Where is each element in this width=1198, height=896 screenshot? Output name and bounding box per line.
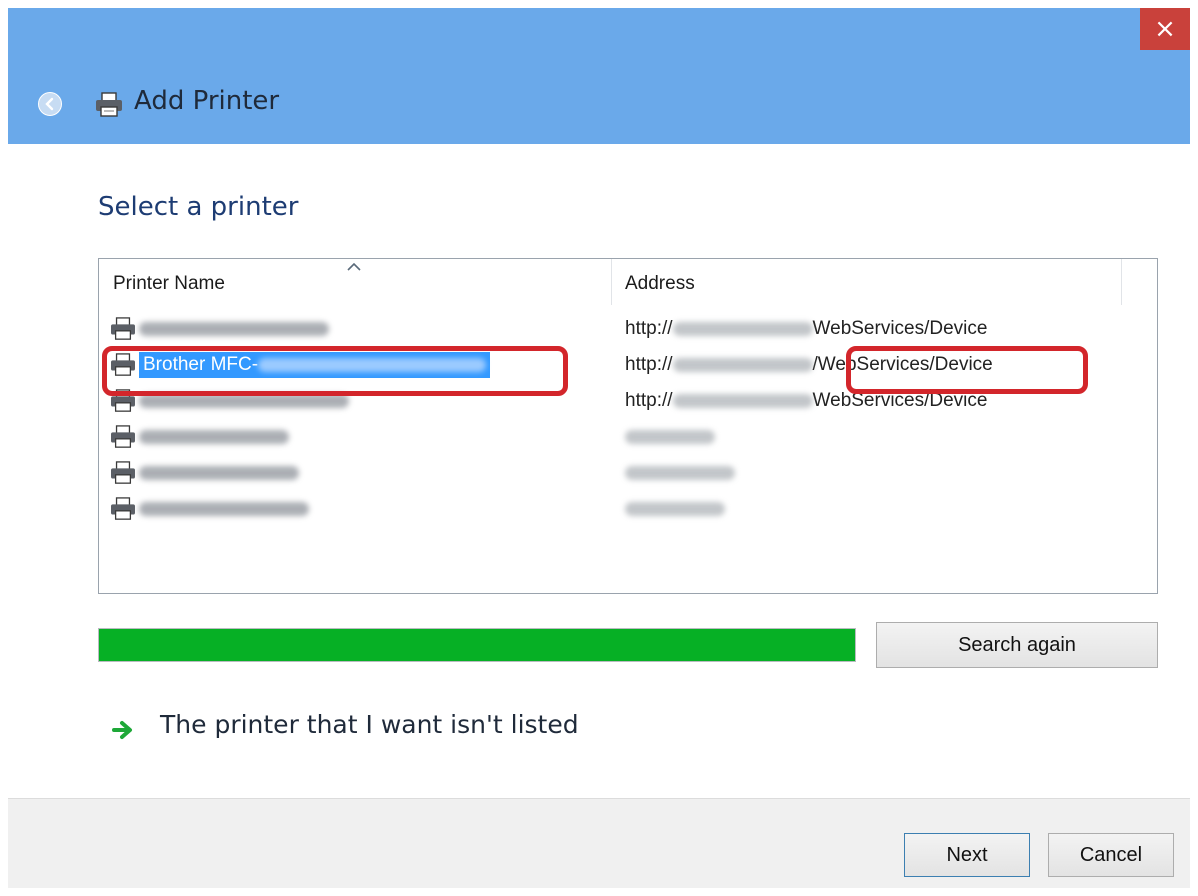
column-header-address[interactable]: Address	[625, 259, 695, 309]
printer-icon	[96, 92, 122, 117]
address-prefix: http://	[625, 354, 673, 375]
printer-icon	[109, 317, 137, 345]
printer-name	[139, 316, 329, 342]
address-prefix: http://	[625, 318, 673, 339]
cancel-button[interactable]: Cancel	[1048, 833, 1174, 877]
column-divider[interactable]	[1121, 259, 1122, 305]
printer-icon	[109, 389, 137, 417]
wizard-content: Select a printer Printer Name Address ht…	[8, 144, 1190, 798]
printer-name-text: Brother MFC-	[143, 354, 259, 375]
printer-icon	[109, 425, 137, 453]
add-printer-window: × Add Printer Select a printer Printer N…	[8, 8, 1190, 888]
back-button[interactable]	[38, 92, 62, 116]
redacted-text	[139, 501, 309, 516]
column-header-printer-name[interactable]: Printer Name	[113, 259, 225, 309]
redacted-text	[672, 393, 813, 408]
printer-list[interactable]: Printer Name Address http:// WebServices/…	[98, 258, 1158, 594]
redacted-text	[672, 321, 813, 336]
back-arrow-icon	[45, 97, 54, 111]
printer-address	[625, 496, 725, 522]
printer-address	[625, 424, 715, 450]
redacted-text	[139, 321, 329, 336]
search-again-button[interactable]: Search again	[876, 622, 1158, 668]
printer-name: Brother MFC-	[139, 352, 491, 378]
printer-row[interactable]	[99, 455, 1157, 491]
redacted-text	[625, 429, 715, 444]
printer-name	[139, 424, 289, 450]
wizard-footer: Next Cancel	[8, 798, 1190, 888]
printer-icon	[111, 497, 135, 520]
printer-row[interactable]	[99, 419, 1157, 455]
printer-not-listed-label[interactable]: The printer that I want isn't listed	[160, 710, 579, 739]
window-title: Add Printer	[134, 86, 280, 116]
green-arrow-icon	[112, 721, 132, 739]
search-progress-bar	[98, 628, 856, 662]
printer-icon	[109, 353, 137, 381]
address-suffix: /WebServices/Device	[812, 354, 993, 375]
printer-icon	[111, 353, 135, 376]
address-suffix: WebServices/Device	[812, 390, 988, 411]
sort-up-icon	[347, 263, 361, 271]
close-button[interactable]: ×	[1140, 8, 1190, 50]
printer-icon	[109, 461, 137, 489]
printer-row[interactable]: http:// WebServices/Device	[99, 311, 1157, 347]
printer-icon	[109, 497, 137, 525]
redacted-text	[625, 501, 725, 516]
printer-icon	[111, 461, 135, 484]
printer-row[interactable]: http:// WebServices/Device	[99, 383, 1157, 419]
printer-icon	[111, 317, 135, 340]
printer-address	[625, 460, 735, 486]
address-prefix: http://	[625, 390, 673, 411]
address-suffix: WebServices/Device	[812, 318, 988, 339]
next-button[interactable]: Next	[904, 833, 1030, 877]
printer-address: http:// WebServices/Device	[625, 316, 987, 342]
column-divider[interactable]	[611, 259, 612, 305]
printer-row[interactable]	[99, 491, 1157, 527]
printer-name	[139, 460, 299, 486]
progress-fill	[99, 629, 855, 661]
printer-row[interactable]: Brother MFC-http:// /WebServices/Device	[99, 347, 1157, 383]
redacted-text	[258, 357, 487, 372]
printer-address: http:// /WebServices/Device	[625, 352, 993, 378]
printer-icon	[111, 389, 135, 412]
redacted-text	[672, 357, 813, 372]
page-heading: Select a printer	[98, 192, 299, 222]
printer-address: http:// WebServices/Device	[625, 388, 987, 414]
printer-icon	[111, 425, 135, 448]
redacted-text	[625, 465, 735, 480]
redacted-text	[139, 465, 299, 480]
printer-name	[139, 388, 349, 414]
redacted-text	[139, 393, 349, 408]
redacted-text	[139, 429, 289, 444]
printer-name	[139, 496, 309, 522]
